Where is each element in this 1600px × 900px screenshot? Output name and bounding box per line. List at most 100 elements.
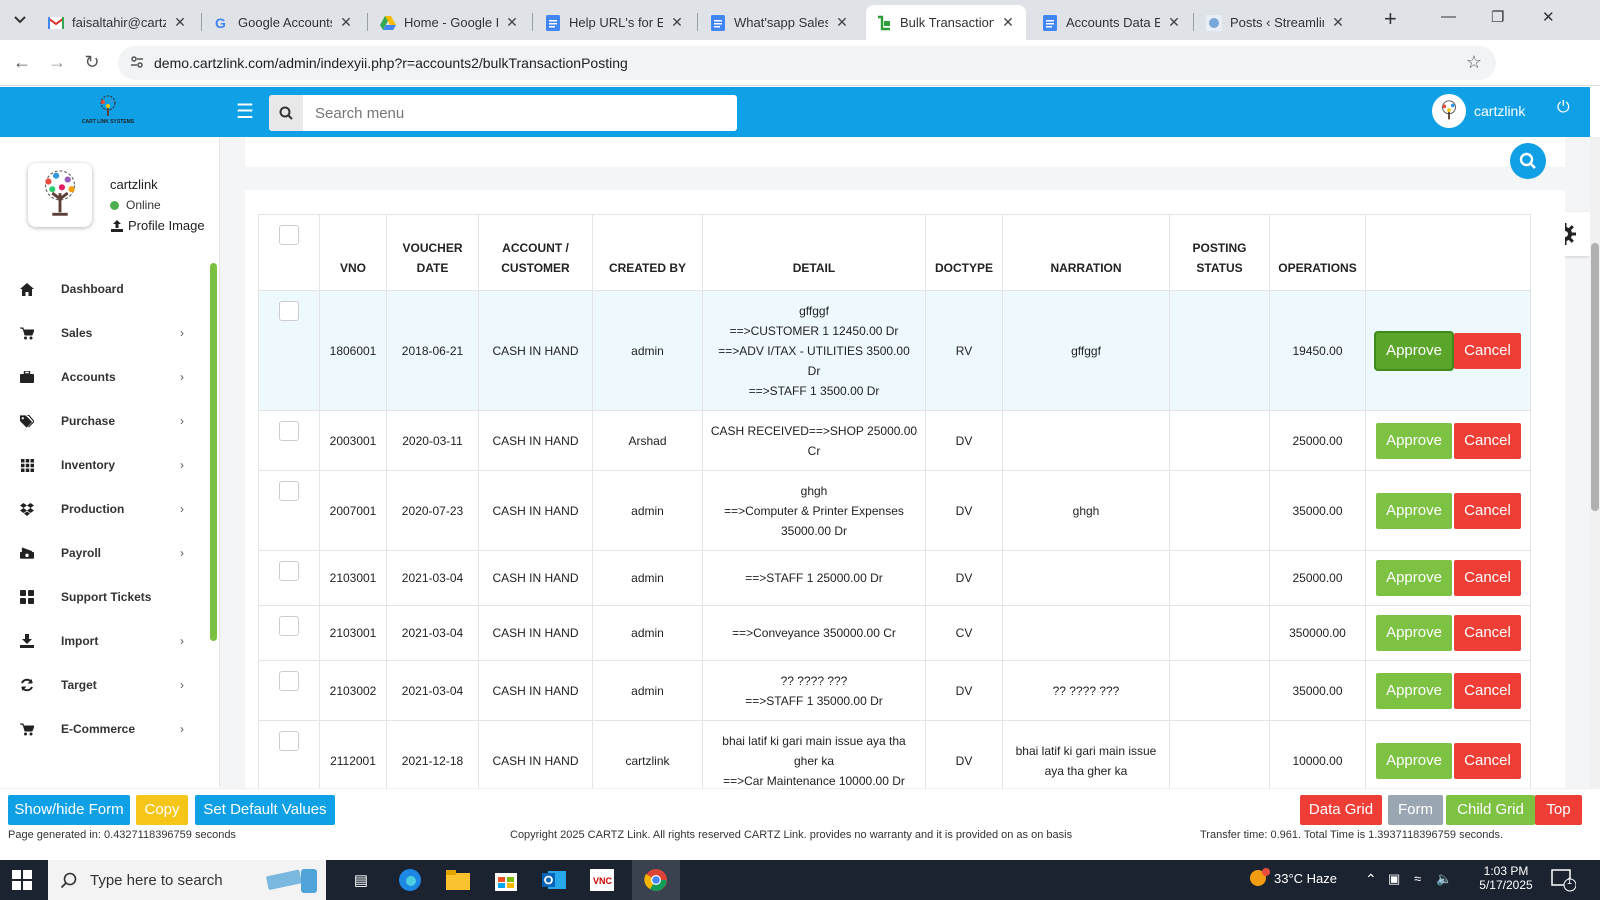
row-checkbox[interactable] (279, 561, 299, 581)
row-checkbox[interactable] (279, 481, 299, 501)
set-default-values-button[interactable]: Set Default Values (195, 795, 335, 825)
cancel-button[interactable]: Cancel (1454, 672, 1521, 709)
reload-button[interactable]: ↻ (80, 50, 104, 74)
top-button[interactable]: Top (1535, 795, 1582, 825)
task-view-icon[interactable]: ▤ (346, 866, 376, 894)
close-tab-icon[interactable]: ✕ (1330, 14, 1346, 31)
browser-tab[interactable]: Home - Google Dr ✕ (370, 5, 530, 40)
chrome-icon[interactable] (641, 866, 671, 894)
approve-button[interactable]: Approve (1376, 422, 1452, 459)
browser-tab[interactable]: faisaltahir@cartzli ✕ (38, 5, 198, 40)
sidebar-item-inventory[interactable]: Inventory › (0, 443, 200, 487)
close-tab-icon[interactable]: ✕ (1166, 14, 1182, 31)
col-doctype[interactable]: DOCTYPE (925, 214, 1003, 291)
col-vno[interactable]: VNO (319, 214, 387, 291)
table-row[interactable]: 2003001 2020-03-11 CASH IN HAND Arshad CASH … (258, 410, 1531, 471)
forward-button[interactable]: → (45, 50, 69, 74)
table-row[interactable]: 2007001 2020-07-23 CASH IN HAND admin ghgh ==… (258, 470, 1531, 551)
approve-button[interactable]: Approve (1376, 615, 1452, 651)
close-tab-icon[interactable]: ✕ (669, 14, 685, 31)
tray-chevron-icon[interactable]: ⌃ (1365, 871, 1377, 888)
clock[interactable]: 1:03 PM 5/17/2025 (1476, 864, 1536, 892)
sidebar-item-target[interactable]: Target › (0, 663, 200, 707)
table-row[interactable]: 1806001 2018-06-21 CASH IN HAND admin gffggf… (258, 290, 1531, 411)
taskbar-search[interactable]: Type here to search (48, 860, 326, 900)
col-voucher-date[interactable]: VOUCHER DATE (386, 214, 479, 291)
row-checkbox[interactable] (279, 301, 299, 321)
notification-icon[interactable]: 1 (1550, 868, 1577, 895)
bookmark-star-icon[interactable]: ☆ (1466, 52, 1482, 73)
col-narration[interactable]: NARRATION (1002, 214, 1170, 291)
row-checkbox[interactable] (279, 731, 299, 751)
sidebar-item-payroll[interactable]: Payroll › (0, 531, 200, 575)
col-posting-status[interactable]: POSTING STATUS (1169, 214, 1270, 291)
approve-button[interactable]: Approve (1376, 672, 1452, 709)
back-button[interactable]: ← (10, 50, 34, 74)
store-icon[interactable] (491, 866, 521, 894)
table-row[interactable]: 2112001 2021-12-18 CASH IN HAND cartzlink bh… (258, 720, 1531, 788)
copy-button[interactable]: Copy (136, 795, 188, 825)
wifi-icon[interactable]: ≈ (1414, 871, 1421, 886)
profile-image-link[interactable]: Profile Image (110, 218, 205, 233)
scrollbar-thumb[interactable] (1591, 243, 1599, 511)
search-toggle-button[interactable] (1510, 143, 1546, 179)
tab-search-dropdown[interactable] (8, 8, 32, 32)
browser-tab[interactable]: Posts ‹ Streamline ✕ (1196, 5, 1356, 40)
cancel-button[interactable]: Cancel (1454, 422, 1521, 459)
select-all-checkbox[interactable] (279, 225, 299, 245)
close-tab-icon[interactable]: ✕ (1000, 14, 1016, 31)
col-operations[interactable]: OPERATIONS (1269, 214, 1366, 291)
site-info-icon[interactable] (130, 55, 144, 72)
data-grid-button[interactable]: Data Grid (1300, 795, 1382, 825)
page-scrollbar[interactable] (1590, 137, 1600, 788)
volume-icon[interactable]: 🔈 (1436, 871, 1452, 887)
row-checkbox[interactable] (279, 421, 299, 441)
cancel-button[interactable]: Cancel (1454, 332, 1521, 369)
vnc-viewer-icon[interactable]: VNC (587, 866, 617, 894)
sidebar-item-e-commerce[interactable]: E-Commerce › (0, 707, 200, 751)
network-drive-icon[interactable]: ▣ (1388, 871, 1400, 887)
file-explorer-icon[interactable] (443, 866, 473, 894)
windows-start-icon[interactable] (12, 870, 32, 893)
sidebar-item-dashboard[interactable]: Dashboard (0, 267, 200, 311)
sidebar-item-support-tickets[interactable]: Support Tickets (0, 575, 200, 619)
col-detail[interactable]: DETAIL (702, 214, 926, 291)
hamburger-menu-icon[interactable]: ☰ (236, 99, 254, 124)
weather-icon[interactable] (1246, 868, 1270, 893)
outlook-icon[interactable] (539, 866, 569, 894)
browser-tab[interactable]: Help URL's for ERP ✕ (535, 5, 695, 40)
cancel-button[interactable]: Cancel (1454, 560, 1521, 596)
sidebar-item-sales[interactable]: Sales › (0, 311, 200, 355)
browser-tab[interactable]: Bulk Transaction P ✕ (866, 5, 1026, 40)
approve-button[interactable]: Approve (1376, 492, 1452, 529)
omnibox[interactable]: demo.cartzlink.com/admin/indexyii.php?r=… (118, 46, 1496, 80)
new-tab-button[interactable]: + (1384, 6, 1397, 32)
sidebar-item-accounts[interactable]: Accounts › (0, 355, 200, 399)
minimize-button[interactable]: — (1441, 8, 1456, 25)
user-menu[interactable]: cartzlink (1432, 94, 1525, 128)
close-tab-icon[interactable]: ✕ (172, 14, 188, 31)
sidebar-item-production[interactable]: Production › (0, 487, 200, 531)
approve-button[interactable]: Approve (1376, 332, 1452, 369)
form-button[interactable]: Form (1388, 795, 1443, 825)
edge-icon[interactable] (395, 866, 425, 894)
browser-tab[interactable]: G Google Accounts ✕ (204, 5, 364, 40)
col-created-by[interactable]: CREATED BY (592, 214, 703, 291)
close-window-button[interactable]: ✕ (1542, 8, 1555, 26)
close-tab-icon[interactable]: ✕ (834, 14, 850, 31)
approve-button[interactable]: Approve (1376, 742, 1452, 779)
col-account[interactable]: ACCOUNT / CUSTOMER (478, 214, 593, 291)
maximize-button[interactable]: ❐ (1491, 8, 1504, 26)
table-row[interactable]: 2103002 2021-03-04 CASH IN HAND admin?? ???… (258, 660, 1531, 721)
search-button[interactable] (269, 95, 303, 131)
row-checkbox[interactable] (279, 616, 299, 636)
row-checkbox[interactable] (279, 671, 299, 691)
sidebar-item-purchase[interactable]: Purchase › (0, 399, 200, 443)
browser-tab[interactable]: What'sapp Sales M ✕ (700, 5, 860, 40)
sidebar-scrollbar[interactable] (210, 263, 217, 641)
browser-tab[interactable]: Accounts Data Ent ✕ (1032, 5, 1192, 40)
cancel-button[interactable]: Cancel (1454, 742, 1521, 779)
app-logo[interactable]: CART LINK SYSTEMS (80, 95, 136, 129)
close-tab-icon[interactable]: ✕ (338, 14, 354, 31)
cancel-button[interactable]: Cancel (1454, 615, 1521, 651)
